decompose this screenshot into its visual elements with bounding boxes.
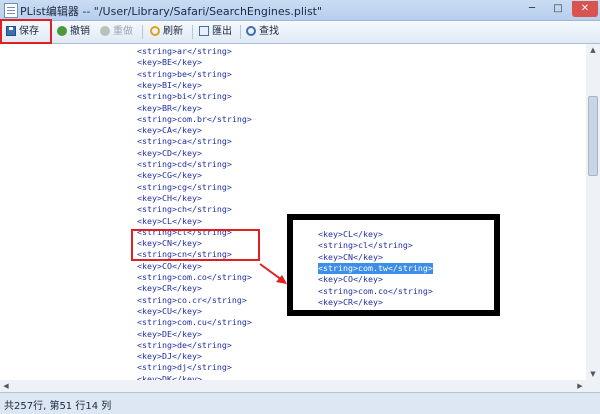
edited-result-callout: <key>CL</key> <string>cl</string> <key>CN<… <box>287 214 500 316</box>
callout-code-line: <key>CL</key> <box>318 229 383 239</box>
toolbar-divider <box>142 25 143 39</box>
code-line[interactable]: <key>BI</key> <box>137 80 202 91</box>
redo-label: 重做 <box>113 26 133 37</box>
code-line[interactable]: <key>BR</key> <box>137 103 202 114</box>
code-line[interactable]: <string>com.cu</string> <box>137 317 252 328</box>
vertical-scrollbar[interactable]: ▲ ▼ <box>586 44 600 392</box>
toolbar: 保存 撤销 重做 刷新 匯出 查找 <box>0 21 600 44</box>
save-highlight-box <box>0 19 52 44</box>
close-button[interactable]: ✕ <box>572 1 598 17</box>
redo-icon <box>100 26 110 36</box>
code-line[interactable]: <key>CR</key> <box>137 283 202 294</box>
toolbar-divider <box>192 25 193 39</box>
scroll-up-arrow-icon[interactable]: ▲ <box>586 44 600 56</box>
search-icon <box>246 26 256 36</box>
maximize-button[interactable]: □ <box>546 1 570 17</box>
toolbar-divider <box>240 25 241 39</box>
export-icon <box>199 26 209 36</box>
export-label: 匯出 <box>212 26 232 37</box>
callout-code-line: <key>CR</key> <box>318 296 383 307</box>
code-line[interactable]: <key>CD</key> <box>137 148 202 159</box>
code-line[interactable]: <key>CH</key> <box>137 193 202 204</box>
code-line[interactable]: <string>ca</string> <box>137 136 232 147</box>
scroll-left-arrow-icon[interactable]: ◀ <box>0 380 12 392</box>
code-line[interactable]: <key>CU</key> <box>137 306 202 317</box>
code-line[interactable]: <key>CA</key> <box>137 125 202 136</box>
export-button[interactable]: 匯出 <box>199 23 232 41</box>
undo-icon <box>57 26 67 36</box>
code-line[interactable]: <string>cd</string> <box>137 159 232 170</box>
code-line[interactable]: <string>ch</string> <box>137 204 232 215</box>
callout-code-line: <string>com.co</string> <box>318 285 433 296</box>
code-line[interactable]: <key>CL</key> <box>137 216 202 227</box>
code-line[interactable]: <key>CG</key> <box>137 170 202 181</box>
code-line[interactable]: <key>DE</key> <box>137 329 202 340</box>
code-line[interactable]: <string>dj</string> <box>137 362 232 373</box>
code-line[interactable]: <key>BE</key> <box>137 57 202 68</box>
code-line[interactable]: <string>com.co</string> <box>137 272 252 283</box>
code-line[interactable]: <string>de</string> <box>137 340 232 351</box>
scroll-down-arrow-icon[interactable]: ▼ <box>586 368 600 380</box>
code-line[interactable]: <key>CO</key> <box>137 261 202 272</box>
code-line[interactable]: <key>DJ</key> <box>137 351 202 362</box>
callout-code-line: <key>CO</key> <box>318 274 383 285</box>
code-line[interactable]: <string>ar</string> <box>137 46 232 57</box>
title-bar: PList编辑器 -- "/User/Library/Safari/Search… <box>0 0 600 21</box>
window-title: PList编辑器 -- "/User/Library/Safari/Search… <box>20 5 323 18</box>
undo-button[interactable]: 撤销 <box>57 23 90 41</box>
undo-label: 撤销 <box>70 26 90 37</box>
annotation-arrow-icon <box>259 263 287 284</box>
selected-code-line: <string>com.tw</string> <box>318 262 433 274</box>
find-label: 查找 <box>259 26 279 37</box>
horizontal-scrollbar[interactable]: ◀ ▶ <box>0 380 586 392</box>
status-bar: 共257行, 第51 行14 列 <box>0 392 600 414</box>
code-line[interactable]: <string>com.br</string> <box>137 114 252 125</box>
callout-code-line: <string>co.cr</string> <box>318 308 428 316</box>
redo-button[interactable]: 重做 <box>100 23 133 41</box>
code-line[interactable]: <string>bi</string> <box>137 91 232 102</box>
plist-app-icon <box>4 3 18 18</box>
minimize-button[interactable]: ─ <box>520 1 544 17</box>
scroll-right-arrow-icon[interactable]: ▶ <box>574 380 586 392</box>
cn-entry-highlight-box <box>131 229 260 261</box>
refresh-button[interactable]: 刷新 <box>150 23 183 41</box>
callout-code-line: <key>CN</key> <box>318 251 383 262</box>
refresh-label: 刷新 <box>163 26 183 37</box>
vertical-scroll-thumb[interactable] <box>588 96 598 176</box>
code-line[interactable]: <string>be</string> <box>137 69 232 80</box>
code-line[interactable]: <string>cg</string> <box>137 182 232 193</box>
find-button[interactable]: 查找 <box>246 23 279 41</box>
code-line[interactable]: <string>co.cr</string> <box>137 295 247 306</box>
callout-code-line: <string>cl</string> <box>318 240 413 251</box>
status-text: 共257行, 第51 行14 列 <box>4 401 112 412</box>
refresh-icon <box>150 26 160 36</box>
